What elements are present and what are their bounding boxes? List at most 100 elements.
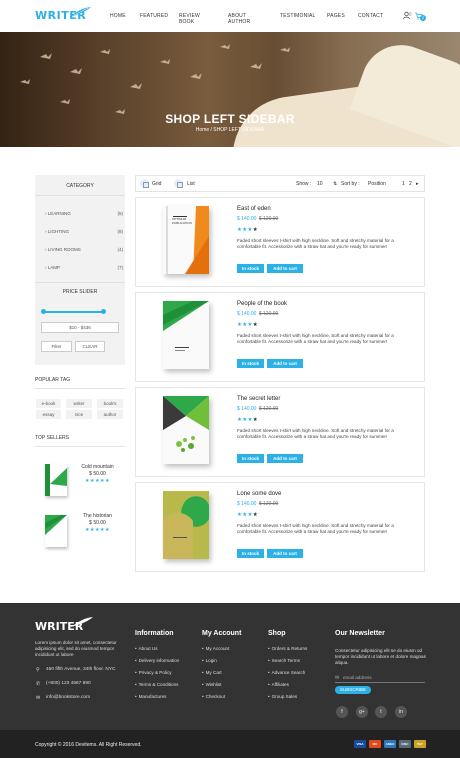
footer-link[interactable]: Manufactures	[135, 694, 167, 699]
newsletter-email-input[interactable]: ✉ email address	[335, 673, 425, 683]
product-title[interactable]: The secret letter	[237, 396, 280, 402]
add-to-cart-button[interactable]: Add to cart	[267, 454, 303, 463]
nav-contact[interactable]: CONTACT	[358, 13, 383, 19]
price-old: $ 120.00	[258, 501, 279, 507]
tag-essay[interactable]: essay	[36, 410, 61, 419]
nav-about-author[interactable]: ABOUT AUTHOR	[228, 13, 250, 25]
subscribe-button[interactable]: SUBSCRIBE	[335, 686, 371, 694]
add-to-cart-button[interactable]: Add to cart	[267, 264, 303, 273]
product-title[interactable]: East of eden	[237, 206, 271, 212]
price-current: $ 140.00	[237, 501, 257, 507]
footer-link[interactable]: Group Sales	[268, 694, 298, 699]
page-1[interactable]: 1	[402, 181, 405, 187]
product-title[interactable]: Lone some dove	[237, 491, 281, 497]
nav-review-book[interactable]: REVIEW BOOK	[179, 13, 200, 25]
category-item-living-rooms[interactable]: › LIVING ROOMS (4)	[45, 247, 123, 252]
footer-link[interactable]: Privacy & Policy	[135, 670, 172, 675]
price-slider-track[interactable]	[43, 311, 105, 313]
category-item-lamp[interactable]: › LAMP (7)	[45, 265, 123, 270]
product-card: The secret letter $ 140.00 $ 120.00 ★★★★…	[135, 387, 425, 477]
product-card: Lone some dove $ 140.00 $ 120.00 ★★★★ Fa…	[135, 482, 425, 572]
top-sellers-title: TOP SELLERS	[35, 435, 69, 441]
sort-label: Sort by :	[341, 181, 360, 187]
footer-email[interactable]: info@bookstore.com	[46, 695, 90, 700]
tag-e-book[interactable]: e-book	[36, 399, 61, 408]
footer-link[interactable]: Advance Search	[268, 670, 306, 675]
add-to-cart-button[interactable]: Add to cart	[267, 359, 303, 368]
price-slider-min-handle[interactable]	[41, 309, 46, 314]
seller-book-cover[interactable]	[45, 515, 67, 547]
breadcrumb[interactable]: Home / SHOP LEFT SIDEBAR	[0, 127, 460, 133]
category-item-learning[interactable]: › LEARNING (5)	[45, 211, 123, 216]
grid-view-icon[interactable]	[140, 179, 149, 188]
show-select[interactable]: 10	[317, 181, 323, 187]
footer-link[interactable]: Checkout	[202, 694, 225, 699]
product-description: Faded short sleeves t-shirt with high ne…	[237, 523, 394, 535]
google-plus-icon[interactable]: g+	[356, 706, 368, 718]
divider	[35, 388, 125, 389]
linkedin-icon[interactable]: in	[395, 706, 407, 718]
price-current: $ 140.00	[237, 406, 257, 412]
nav-testimonial[interactable]: TESTIMONIAL	[280, 13, 316, 19]
seller-book-cover[interactable]	[45, 464, 67, 496]
nav-pages[interactable]: PAGES	[327, 13, 345, 19]
product-cover[interactable]	[163, 301, 209, 369]
email-placeholder: email address	[343, 675, 372, 680]
tag-nice[interactable]: nice	[66, 410, 92, 419]
product-cover[interactable]	[163, 491, 209, 559]
seller-rating-stars: ★★★★★	[85, 527, 110, 533]
category-label: LIVING ROOMS	[47, 247, 81, 252]
footer-link[interactable]: My Cart	[202, 670, 222, 675]
product-cover[interactable]	[163, 396, 209, 464]
category-count: (7)	[117, 265, 124, 270]
add-to-cart-button[interactable]: Add to cart	[267, 549, 303, 558]
rating-stars: ★★★★	[237, 417, 258, 423]
category-label: LAMP	[47, 265, 61, 270]
page-title: SHOP LEFT SIDEBAR	[165, 112, 295, 126]
footer-link[interactable]: Wishlist	[202, 682, 222, 687]
discover-icon: DISC	[399, 740, 411, 748]
seller-title[interactable]: Cold mountain	[70, 464, 125, 470]
price-old: $ 120.00	[258, 406, 279, 412]
price-slider-title: PRICE SLIDER	[62, 289, 98, 295]
list-view-icon[interactable]	[174, 179, 183, 188]
in-stock-button[interactable]: In stock	[237, 549, 264, 558]
product-title[interactable]: People of the book	[237, 301, 287, 307]
footer-link[interactable]: Login	[202, 658, 217, 663]
twitter-icon[interactable]: t	[375, 706, 387, 718]
newsletter-text: Consectetur adipisicing elit se do eiusm…	[335, 648, 426, 666]
footer-link[interactable]: Delivery information	[135, 658, 180, 663]
filter-button[interactable]: Filter	[41, 341, 72, 352]
seller-title[interactable]: The historian	[70, 513, 125, 519]
clear-button[interactable]: CLEAR	[75, 341, 105, 352]
footer-link[interactable]: Orders & Returns	[268, 646, 308, 651]
category-item-lighting[interactable]: › LIGHTING (8)	[45, 229, 123, 234]
grid-view-label[interactable]: Grid	[152, 181, 161, 187]
footer-link[interactable]: Affiliates	[268, 682, 289, 687]
user-icon[interactable]	[403, 11, 412, 20]
footer-link[interactable]: Search Terms	[268, 658, 300, 663]
product-cover[interactable]: OPTIMUM PUBLICATION	[163, 206, 209, 274]
footer-link[interactable]: My Account	[202, 646, 230, 651]
product-description: Faded short sleeves t-shirt with high ne…	[237, 428, 394, 440]
tag-author[interactable]: author	[97, 410, 123, 419]
price-slider-max-handle[interactable]	[101, 309, 106, 314]
nav-home[interactable]: HOME	[110, 13, 126, 19]
in-stock-button[interactable]: In stock	[237, 454, 264, 463]
page-2[interactable]: 2	[409, 181, 412, 187]
footer-col-title: My Account	[202, 630, 242, 637]
cart-count-badge: 2	[420, 15, 426, 21]
sort-select[interactable]: Position	[368, 181, 386, 187]
list-view-label[interactable]: List	[187, 181, 195, 187]
nav-featured[interactable]: FEATURED	[140, 13, 168, 19]
paypal-icon: PAY	[414, 740, 426, 748]
location-icon: ⚲	[36, 667, 40, 673]
next-page-icon[interactable]: ▸	[416, 181, 419, 187]
tag-books[interactable]: book's	[97, 399, 123, 408]
tag-writer[interactable]: writer	[66, 399, 92, 408]
footer-link[interactable]: About Us	[135, 646, 158, 651]
in-stock-button[interactable]: In stock	[237, 264, 264, 273]
footer-link[interactable]: Terms & Conditions	[135, 682, 179, 687]
facebook-icon[interactable]: f	[336, 706, 348, 718]
in-stock-button[interactable]: In stock	[237, 359, 264, 368]
